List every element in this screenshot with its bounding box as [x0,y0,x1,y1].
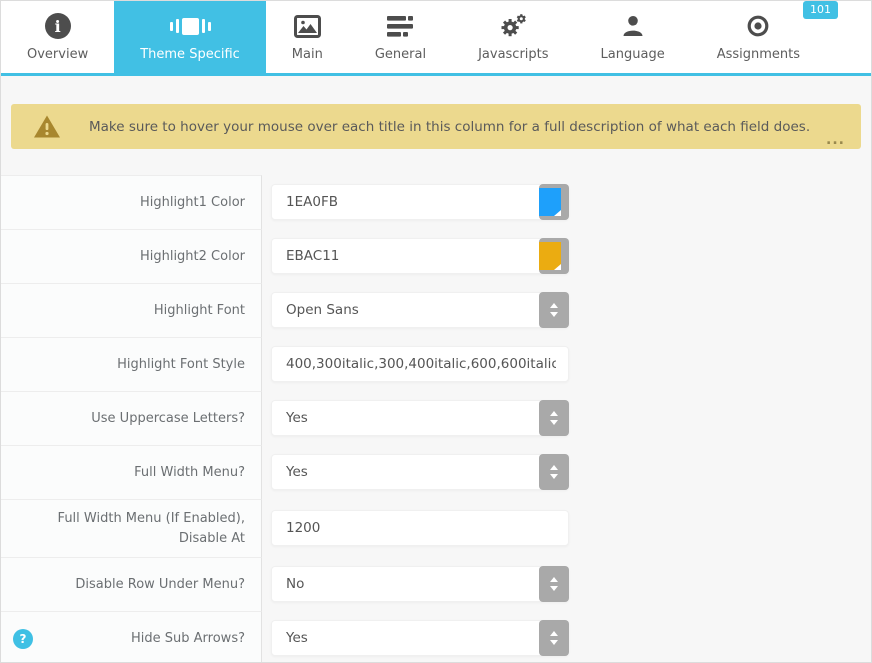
highlight1-color-input[interactable] [271,184,569,220]
tab-assignments[interactable]: 101 Assignments [691,1,826,73]
form-row-highlight2-color: Highlight2 Color [1,229,871,283]
settings-page: i Overview Theme Specific Main [0,0,872,663]
form-row-hide-sub-arrows: ? Hide Sub Arrows? Yes [1,611,871,663]
highlight-font-select[interactable]: Open Sans [271,292,569,328]
uppercase-letters-select[interactable]: Yes [271,400,569,436]
field-label: Highlight Font [1,283,262,337]
disable-row-under-menu-select[interactable]: No [271,566,569,602]
up-down-arrows-icon [539,454,569,490]
select-spinner-button[interactable] [539,454,569,490]
up-down-arrows-icon [539,400,569,436]
select-spinner-button[interactable] [539,620,569,656]
form-row-disable-row-under-menu: Disable Row Under Menu? No [1,557,871,611]
gears-icon [499,10,527,42]
help-icon[interactable]: ? [13,629,33,649]
field-label: Use Uppercase Letters? [1,391,262,445]
tab-main[interactable]: Main [266,1,349,73]
field-label: Highlight Font Style [1,337,262,391]
assignments-count-badge: 101 [803,1,838,19]
slider-icon [170,10,211,42]
user-icon [621,10,645,42]
tab-label: General [375,47,426,62]
tab-theme-specific[interactable]: Theme Specific [114,1,266,73]
select-spinner-button[interactable] [539,400,569,436]
color-picker-button[interactable] [539,238,569,274]
field-label: Full Width Menu? [1,445,262,499]
hide-sub-arrows-select[interactable]: Yes [271,620,569,656]
banner-more-link[interactable]: ... [826,132,845,148]
color-swatch [539,188,561,216]
full-width-menu-select[interactable]: Yes [271,454,569,490]
field-label: Highlight1 Color [1,175,262,229]
form-row-highlight1-color: Highlight1 Color [1,175,871,229]
full-width-disable-at-input[interactable] [271,510,569,546]
tab-label: Overview [27,47,88,62]
select-spinner-button[interactable] [539,292,569,328]
tab-language[interactable]: Language [575,1,691,73]
target-icon [746,10,770,42]
tab-label: Theme Specific [140,47,240,62]
field-label: Disable Row Under Menu? [1,557,262,611]
tab-javascripts[interactable]: Javascripts [452,1,574,73]
select-spinner-button[interactable] [539,566,569,602]
tab-label: Main [292,47,323,62]
warning-banner: Make sure to hover your mouse over each … [11,104,861,149]
field-label: Hide Sub Arrows? [131,629,245,649]
tab-label: Language [601,47,665,62]
form-row-full-width-menu: Full Width Menu? Yes [1,445,871,499]
color-swatch [539,242,561,270]
color-picker-button[interactable] [539,184,569,220]
field-label: Highlight2 Color [1,229,262,283]
up-down-arrows-icon [539,566,569,602]
tab-label: Assignments [717,47,800,62]
up-down-arrows-icon [539,620,569,656]
form-row-uppercase-letters: Use Uppercase Letters? Yes [1,391,871,445]
up-down-arrows-icon [539,292,569,328]
tab-overview[interactable]: i Overview [1,1,114,73]
info-icon: i [45,10,71,42]
warning-icon [33,114,61,139]
tab-bar: i Overview Theme Specific Main [1,1,871,76]
highlight-font-style-input[interactable] [271,346,569,382]
tab-label: Javascripts [478,47,548,62]
field-label: Full Width Menu (If Enabled), Disable At [1,499,262,557]
tab-general[interactable]: General [349,1,452,73]
form-row-highlight-font: Highlight Font Open Sans [1,283,871,337]
image-icon [294,10,321,42]
form-row-full-width-disable-at: Full Width Menu (If Enabled), Disable At [1,499,871,557]
highlight2-color-input[interactable] [271,238,569,274]
theme-settings-form: Highlight1 Color Highlight2 Color [1,175,871,663]
form-row-highlight-font-style: Highlight Font Style [1,337,871,391]
warning-text: Make sure to hover your mouse over each … [89,119,810,135]
list-icon [387,10,413,42]
